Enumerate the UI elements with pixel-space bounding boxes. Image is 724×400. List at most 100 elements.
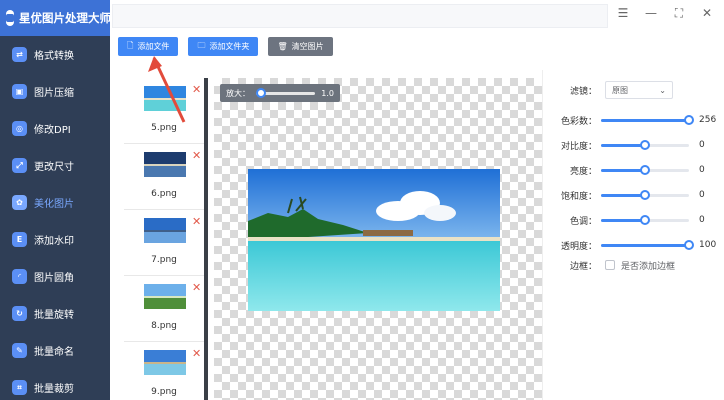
file-list-item[interactable]: ✕ 8.png — [124, 276, 204, 342]
sidebar-nav: ⇄ 格式转换 ▣ 图片压缩 ◎ 修改DPI ⤢ 更改尺寸 ✿ 美化图片 E 添加水印 ◜ 图片圆角 ↻ 批量旋… — [0, 36, 110, 400]
sidebar-item-dpi[interactable]: ◎ 修改DPI — [0, 110, 110, 147]
clear-images-button[interactable]: 🗑 清空图片 — [268, 37, 333, 56]
crop-icon: ⌗ — [12, 380, 27, 395]
file-list-item[interactable]: ✕ 6.png — [124, 144, 204, 210]
trash-icon: 🗑 — [277, 42, 288, 51]
filter-select[interactable]: 原图 ⌄ — [605, 81, 673, 99]
file-thumbnail — [144, 284, 186, 309]
slider-row: 亮度： 0 — [543, 160, 724, 180]
compress-icon: ▣ — [12, 84, 27, 99]
file-icon: 🗋 — [127, 40, 134, 50]
sidebar-item-resize[interactable]: ⤢ 更改尺寸 — [0, 147, 110, 184]
sidebar-item-label: 批量裁剪 — [34, 384, 74, 395]
dpi-icon: ◎ — [12, 121, 27, 136]
file-thumbnail — [144, 152, 186, 177]
sidebar-item-label: 图片圆角 — [34, 273, 74, 284]
sidebar-item-rotate[interactable]: ↻ 批量旋转 — [0, 295, 110, 332]
zoom-control: 放大： 1.0 — [220, 84, 340, 102]
sidebar-item-watermark[interactable]: E 添加水印 — [0, 221, 110, 258]
sidebar-item-rename[interactable]: ✎ 批量命名 — [0, 332, 110, 369]
adjust-slider[interactable] — [601, 164, 689, 175]
round-corner-icon: ◜ — [12, 269, 27, 284]
preview-image — [248, 169, 500, 311]
minimize-icon[interactable]: — — [644, 6, 658, 20]
delete-file-icon[interactable]: ✕ — [192, 215, 201, 228]
slider-fill — [601, 168, 645, 172]
slider-value: 0 — [699, 140, 705, 150]
zoom-slider-thumb[interactable] — [256, 87, 266, 98]
slider-label: 饱和度： — [560, 191, 597, 202]
sidebar-item-label: 图片压缩 — [34, 88, 74, 99]
delete-file-icon[interactable]: ✕ — [192, 281, 201, 294]
slider-label: 色调： — [569, 216, 597, 227]
file-name: 7.png — [151, 255, 177, 265]
delete-file-icon[interactable]: ✕ — [192, 149, 201, 162]
sidebar-item-crop[interactable]: ⌗ 批量裁剪 — [0, 369, 110, 400]
rotate-icon: ↻ — [12, 306, 27, 321]
preview-canvas: 放大： 1.0 — [214, 78, 542, 400]
title-drag-area — [112, 4, 608, 28]
beautify-icon: ✿ — [12, 195, 27, 210]
zoom-label: 放大： — [226, 88, 250, 98]
file-thumbnail — [144, 218, 186, 243]
slider-thumb[interactable] — [640, 164, 650, 175]
adjust-slider[interactable] — [601, 214, 689, 225]
slider-value: 0 — [699, 215, 705, 225]
file-list-item[interactable]: ✕ 9.png — [124, 342, 204, 400]
sidebar: 星优图片处理大师 ⇄ 格式转换 ▣ 图片压缩 ◎ 修改DPI ⤢ 更改尺寸 ✿ 美化图片 E 添加水印… — [0, 0, 111, 400]
adjust-slider[interactable] — [601, 114, 694, 125]
sidebar-item-beautify[interactable]: ✿ 美化图片 — [0, 184, 110, 221]
adjust-slider[interactable] — [601, 189, 689, 200]
sidebar-item-label: 修改DPI — [34, 125, 71, 136]
sidebar-item-format-convert[interactable]: ⇄ 格式转换 — [0, 36, 110, 73]
rename-icon: ✎ — [12, 343, 27, 358]
slider-label: 透明度： — [560, 241, 597, 252]
border-checkbox-label[interactable]: 是否添加边框 — [621, 259, 675, 272]
app-title: 星优图片处理大师 — [19, 11, 111, 25]
delete-file-icon[interactable]: ✕ — [192, 347, 201, 360]
zoom-slider[interactable] — [256, 87, 316, 98]
sidebar-item-label: 美化图片 — [34, 199, 74, 210]
slider-fill — [601, 218, 645, 222]
sidebar-item-label: 更改尺寸 — [34, 162, 74, 173]
sidebar-item-label: 批量旋转 — [34, 310, 74, 321]
adjust-slider[interactable] — [601, 139, 689, 150]
file-list-item[interactable]: ✕ 7.png — [124, 210, 204, 276]
slider-thumb[interactable] — [640, 139, 650, 150]
slider-thumb[interactable] — [640, 189, 650, 200]
border-checkbox[interactable] — [605, 260, 615, 270]
chevron-down-icon: ⌄ — [659, 85, 666, 95]
slider-label: 亮度： — [569, 166, 597, 177]
slider-fill — [601, 193, 645, 197]
resize-icon: ⤢ — [12, 158, 27, 173]
file-thumbnail — [144, 350, 186, 375]
file-name: 8.png — [151, 321, 177, 331]
watermark-icon: E — [12, 232, 27, 247]
slider-fill — [601, 243, 689, 247]
settings-panel: 滤镜： 原图 ⌄ 色彩数： 256 对比度： 0 亮度： 0 饱和度： 0 色调： 0 透明度： 10… — [542, 70, 724, 400]
slider-row: 透明度： 100 — [543, 235, 724, 255]
app-header: 星优图片处理大师 — [0, 0, 111, 36]
slider-row: 对比度： 0 — [543, 135, 724, 155]
adjust-slider[interactable] — [601, 239, 694, 250]
file-name: 9.png — [151, 387, 177, 397]
slider-thumb[interactable] — [684, 114, 694, 125]
slider-label: 对比度： — [560, 141, 597, 152]
add-folder-label: 添加文件夹 — [209, 42, 250, 51]
slider-thumb[interactable] — [640, 214, 650, 225]
app-logo-icon — [6, 10, 14, 26]
slider-row: 色调： 0 — [543, 210, 724, 230]
slider-label: 色彩数： — [560, 116, 597, 127]
sidebar-item-round-corner[interactable]: ◜ 图片圆角 — [0, 258, 110, 295]
settings-icon[interactable]: ☰ — [616, 6, 630, 20]
annotation-arrow-icon — [148, 56, 186, 123]
slider-fill — [601, 118, 689, 122]
sidebar-item-compress[interactable]: ▣ 图片压缩 — [0, 73, 110, 110]
filter-row: 滤镜： 原图 ⌄ — [543, 80, 724, 100]
slider-thumb[interactable] — [684, 239, 694, 250]
maximize-icon[interactable]: ⛶ — [672, 6, 686, 20]
close-icon[interactable]: ✕ — [700, 6, 714, 20]
border-label: 边框： — [569, 261, 597, 272]
slider-value: 0 — [699, 190, 705, 200]
slider-value: 0 — [699, 165, 705, 175]
